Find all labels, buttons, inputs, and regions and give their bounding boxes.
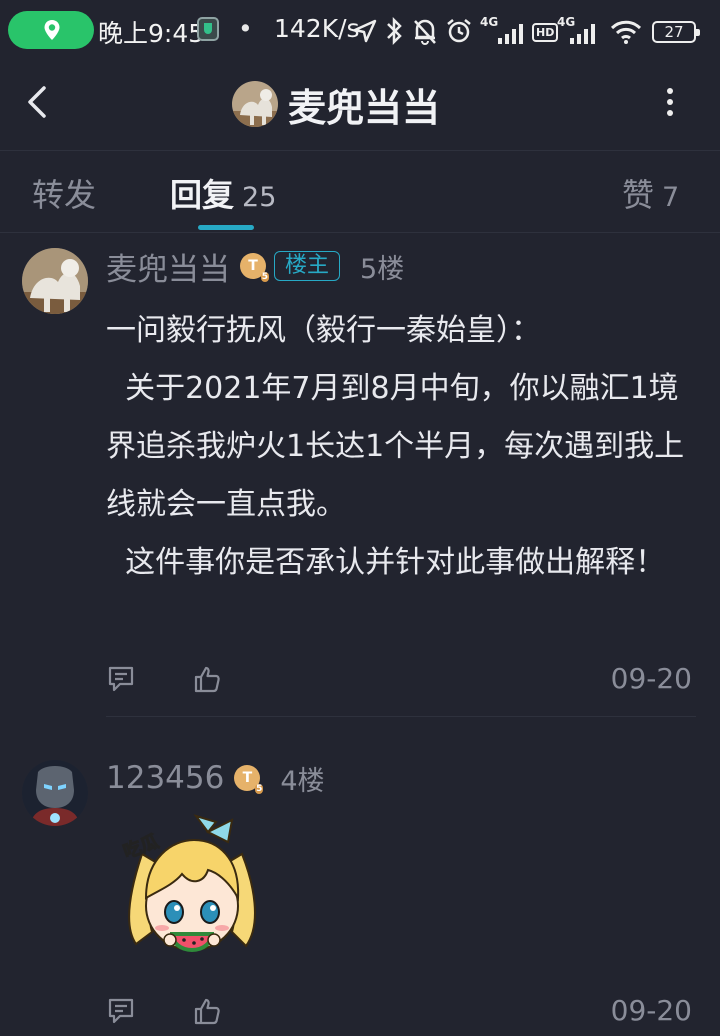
chevron-left-icon	[28, 86, 46, 118]
status-bar: 晚上9:45 • 142K/s 4G HD 4G 27	[0, 0, 720, 62]
header-divider	[0, 150, 720, 151]
tab-replies[interactable]: 回复 25	[170, 170, 276, 216]
navigation-arrow-icon	[353, 19, 377, 43]
floor-number: 5楼	[360, 253, 405, 285]
thumbs-up-icon	[194, 666, 220, 693]
bluetooth-icon	[387, 16, 402, 46]
username[interactable]: 123456	[106, 760, 224, 796]
tab-forward[interactable]: 转发	[32, 170, 96, 216]
reply-divider	[106, 716, 696, 717]
op-badge: 楼主	[274, 251, 341, 281]
screen: 晚上9:45 • 142K/s 4G HD 4G 27 麦兜当当 转发 回复 2…	[0, 0, 720, 1036]
network-speed: 142K/s	[274, 14, 360, 43]
tab-replies-count: 25	[242, 182, 277, 213]
sticker-text: 吃瓜	[120, 830, 161, 863]
floor-number: 4楼	[280, 765, 325, 797]
comment-button[interactable]	[106, 996, 136, 1030]
header-title-group: 麦兜当当	[232, 76, 440, 132]
signal-bars-1-icon	[498, 24, 523, 44]
tab-likes[interactable]: 赞7	[622, 170, 679, 216]
comment-icon	[108, 998, 134, 1024]
app-header: 麦兜当当	[0, 62, 720, 148]
user-avatar[interactable]	[22, 760, 88, 826]
comment-icon	[108, 666, 134, 692]
tabs-divider	[0, 232, 720, 233]
location-pin-icon	[44, 20, 60, 40]
alarm-clock-icon	[447, 19, 471, 43]
like-button[interactable]	[192, 996, 222, 1030]
status-icons: 4G HD 4G 27	[352, 12, 707, 50]
camel-avatar-image	[232, 81, 278, 127]
reply-meta: 麦兜当当 T 楼主 5楼	[106, 244, 405, 289]
location-indicator[interactable]	[8, 11, 94, 49]
thumbs-up-icon	[194, 998, 220, 1025]
like-button[interactable]	[192, 664, 222, 698]
reply-date: 09-20	[610, 662, 692, 695]
back-button[interactable]	[20, 80, 56, 124]
sticker-image[interactable]: 吃瓜	[112, 814, 272, 972]
comment-button[interactable]	[106, 664, 136, 698]
more-options-button[interactable]	[660, 84, 680, 124]
more-dot-icon	[667, 88, 673, 94]
level-badge: T	[240, 253, 270, 282]
tab-replies-label: 回复	[170, 176, 235, 214]
header-avatar[interactable]	[232, 81, 278, 127]
camel-avatar-image	[22, 248, 88, 314]
level-badge: T	[234, 765, 264, 794]
tab-forward-label: 转发	[32, 176, 97, 214]
signal-bars-2-icon	[570, 24, 595, 44]
melon-eating-girl-sticker: 吃瓜	[120, 814, 256, 952]
page-title: 麦兜当当	[288, 85, 441, 130]
tab-likes-label: 赞	[622, 176, 655, 214]
mute-bell-icon	[414, 19, 436, 45]
status-time: 晚上9:45	[98, 19, 205, 48]
status-dot: •	[238, 14, 253, 43]
battery-icon: 27	[652, 21, 700, 43]
tab-likes-count: 7	[662, 182, 680, 213]
reply-meta: 123456 T 4楼	[106, 758, 325, 798]
active-tab-indicator	[198, 225, 254, 230]
user-avatar[interactable]	[22, 248, 88, 314]
security-shield-icon	[197, 17, 219, 41]
username[interactable]: 麦兜当当	[106, 244, 230, 289]
more-dot-icon	[667, 110, 673, 116]
armored-hero-avatar-image	[22, 760, 88, 826]
hd-voice-icon: HD	[532, 23, 559, 42]
reply-content: 一问毅行抚风（毅行一秦始皇）： 关于2021年7月到8月中旬，你以融汇1境界追杀…	[106, 313, 685, 580]
network-type-1: 4G	[480, 15, 499, 29]
more-dot-icon	[667, 99, 673, 105]
wifi-icon	[610, 20, 642, 44]
reply-date: 09-20	[610, 994, 692, 1027]
